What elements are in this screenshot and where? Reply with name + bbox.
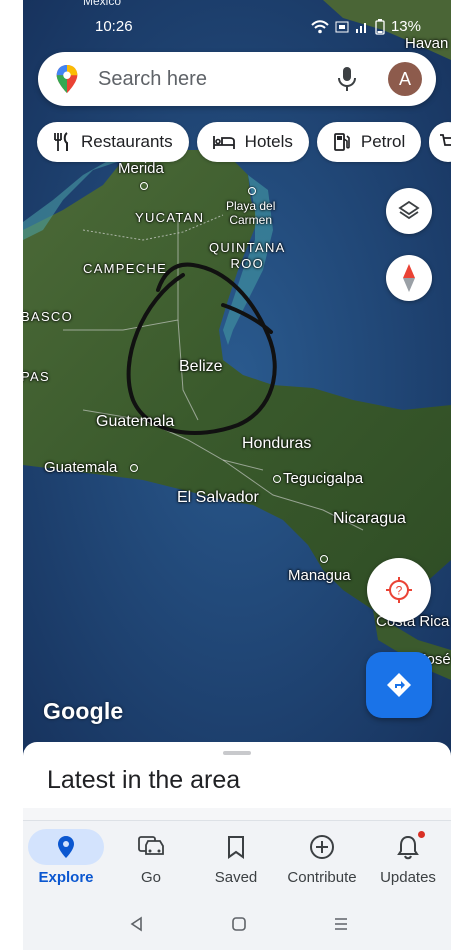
explore-sheet[interactable]: Latest in the area [23, 742, 451, 808]
microphone-icon[interactable] [336, 66, 358, 92]
battery-icon [375, 18, 385, 35]
fork-knife-icon [54, 132, 68, 151]
compass-button[interactable] [386, 255, 432, 301]
nav-updates[interactable]: Updates [365, 821, 451, 897]
chip-more[interactable] [429, 122, 451, 162]
layers-button[interactable] [386, 188, 432, 234]
layers-icon [398, 200, 420, 220]
location-target-icon: ? [386, 577, 412, 603]
bell-icon [397, 835, 419, 860]
chip-label: Petrol [360, 132, 406, 151]
search-input[interactable]: Search here [98, 68, 336, 91]
map-label-merida: Merida [118, 160, 164, 177]
map-label-honduras: Honduras [242, 435, 312, 452]
chip-hotels[interactable]: Hotels [196, 122, 309, 162]
nav-label-explore: Explore [38, 869, 94, 886]
nav-icon-container [370, 829, 446, 865]
nav-icon-container [198, 829, 274, 865]
recents-icon[interactable] [333, 916, 349, 932]
nav-icon-container [284, 829, 360, 865]
chip-label: Hotels [244, 132, 293, 151]
compass-icon [403, 264, 415, 292]
nav-go[interactable]: Go [108, 821, 194, 897]
nav-contribute[interactable]: Contribute [279, 821, 365, 897]
google-maps-pin-icon [56, 64, 78, 94]
map-label-campeche: CAMPECHE [83, 261, 168, 276]
nav-label-saved: Saved [214, 869, 258, 886]
phone-screen: Havan Merida YUCATAN Playa del Carmen QU… [23, 0, 451, 950]
bed-icon [212, 136, 235, 149]
map-label-guatemala-city: Guatemala [44, 459, 118, 476]
account-avatar[interactable]: A [388, 62, 422, 96]
wifi-icon [311, 19, 329, 33]
map-label-playa-del-carmen: Playa del Carmen [226, 199, 276, 227]
bookmark-icon [228, 836, 244, 859]
map-label-el-salvador: El Salvador [177, 489, 259, 506]
signal-icon [355, 22, 366, 33]
location-pin-icon [58, 836, 74, 858]
chip-restaurants[interactable]: Restaurants [37, 122, 189, 162]
map-label-tegucigalpa: Tegucigalpa [283, 470, 364, 487]
add-circle-icon [310, 835, 334, 859]
map-label-tabasco: BASCO [23, 309, 74, 324]
nav-icon-container [28, 829, 104, 865]
nav-saved[interactable]: Saved [193, 821, 279, 897]
battery-percent: 13% [390, 18, 421, 35]
status-bar: Mexico 10:26 13% [23, 0, 451, 48]
city-dot-managua [320, 555, 328, 563]
city-dot-playa [248, 187, 256, 195]
home-icon[interactable] [231, 916, 247, 932]
google-attribution: Google [43, 698, 124, 724]
sheet-title: Latest in the area [47, 766, 241, 794]
nav-label-contribute: Contribute [287, 869, 357, 886]
nav-explore[interactable]: Explore [23, 821, 109, 897]
status-map-label: Mexico [83, 0, 122, 8]
chip-petrol[interactable]: Petrol [316, 122, 422, 162]
car-icon [138, 836, 164, 855]
map-label-nicaragua: Nicaragua [333, 510, 406, 527]
map-label-quintana-roo: QUINTANA ROO [209, 240, 286, 271]
city-dot-guatemala [130, 464, 138, 472]
category-chips: Restaurants Hotels Petrol [37, 122, 451, 162]
notification-dot [418, 831, 425, 838]
back-icon[interactable] [129, 916, 143, 932]
search-bar[interactable]: Search here A [38, 52, 436, 106]
nav-label-go: Go [140, 869, 161, 886]
map-label-guatemala-country: Guatemala [96, 413, 175, 430]
directions-button[interactable] [366, 652, 432, 718]
satellite-map[interactable]: Havan Merida YUCATAN Playa del Carmen QU… [23, 0, 451, 760]
fuel-pump-icon [333, 133, 350, 151]
map-terrain [23, 0, 451, 760]
my-location-button[interactable]: ? [367, 558, 431, 622]
directions-icon [387, 673, 411, 697]
bottom-navigation: Explore Go Saved Contribute Updates [23, 820, 451, 897]
nav-label-updates: Updates [380, 869, 436, 886]
city-dot-merida [140, 182, 148, 190]
lte-icon [335, 21, 349, 32]
nav-icon-container [113, 829, 189, 865]
map-label-managua: Managua [288, 567, 351, 584]
system-navigation-bar [23, 896, 451, 950]
map-label-belize: Belize [179, 358, 223, 375]
status-time: 10:26 [95, 18, 133, 35]
city-dot-tegucigalpa [273, 475, 281, 483]
map-label-yucatan: YUCATAN [135, 210, 205, 225]
svg-text:?: ? [396, 584, 403, 598]
chip-label: Restaurants [81, 132, 173, 151]
sheet-drag-handle[interactable] [223, 751, 251, 755]
map-label-chiapas: PAS [23, 369, 50, 384]
shopping-cart-icon [440, 134, 451, 146]
status-icons: 13% [311, 18, 421, 35]
